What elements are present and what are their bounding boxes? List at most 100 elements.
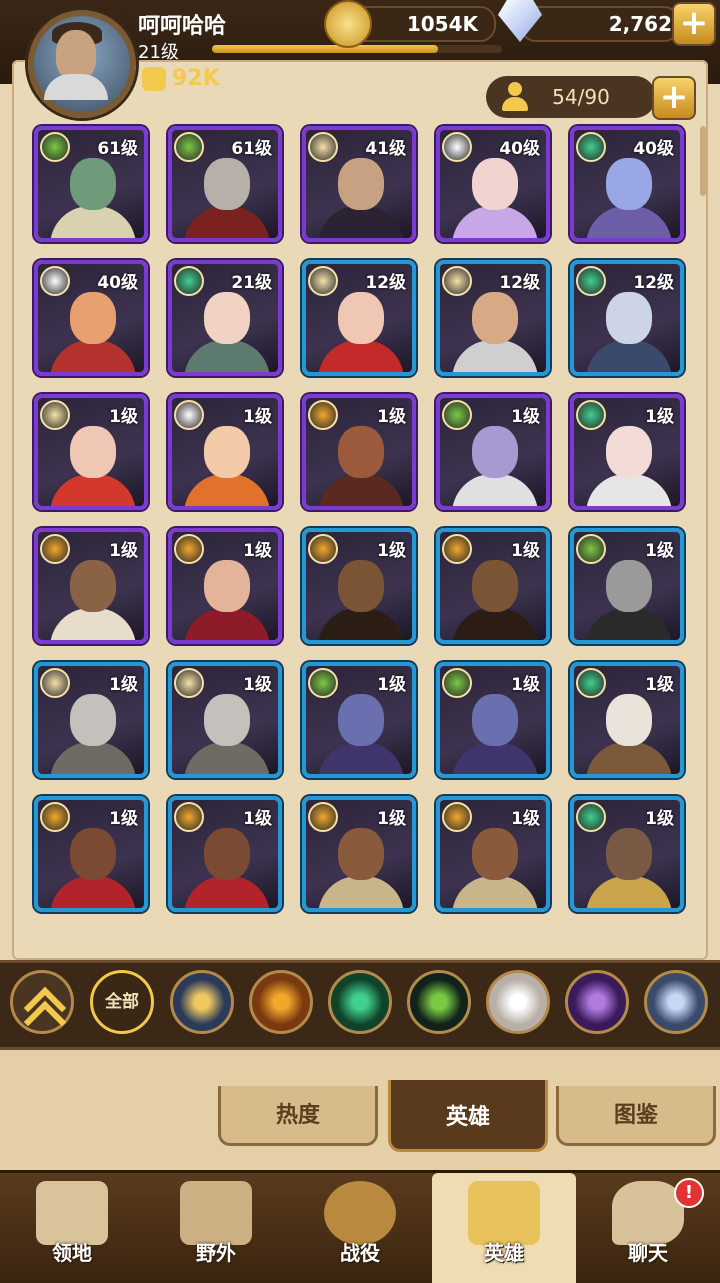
hero-card[interactable]: 61级 [34, 126, 148, 242]
hero-level: 61级 [97, 139, 138, 159]
expand-roster-button[interactable]: + [652, 76, 696, 120]
hero-card[interactable]: 1级 [302, 662, 416, 778]
hero-card[interactable]: 1级 [436, 662, 550, 778]
nav-chat-label: 聊天 [628, 1241, 668, 1265]
nav-campaign-label: 战役 [340, 1241, 380, 1265]
faction-icon [40, 802, 70, 832]
hero-card[interactable]: 1级 [168, 528, 282, 644]
hero-head [606, 828, 652, 880]
faction-icon [174, 266, 204, 296]
hero-head [204, 292, 250, 344]
hero-level: 21级 [231, 273, 272, 293]
hero-card[interactable]: 1级 [570, 796, 684, 912]
castle-icon [36, 1181, 108, 1245]
hero-card[interactable]: 1级 [570, 662, 684, 778]
hero-card[interactable]: 1级 [168, 796, 282, 912]
tab-heroes[interactable]: 英雄 [388, 1080, 548, 1152]
hero-head [204, 426, 250, 478]
faction-icon [442, 400, 472, 430]
helmet-icon [468, 1181, 540, 1245]
faction-icon [40, 132, 70, 162]
hero-card[interactable]: 12级 [302, 260, 416, 376]
hero-card[interactable]: 1级 [436, 796, 550, 912]
hero-head [472, 828, 518, 880]
hero-level: 1级 [511, 407, 540, 427]
hero-level: 1级 [511, 809, 540, 829]
hero-head [70, 828, 116, 880]
hero-card[interactable]: 1级 [34, 394, 148, 510]
hero-card[interactable]: 1级 [436, 394, 550, 510]
faction-icon [174, 802, 204, 832]
hero-head [70, 158, 116, 210]
filter-celestial-star-icon[interactable] [486, 970, 550, 1034]
hero-head [338, 426, 384, 478]
hero-head [338, 158, 384, 210]
hero-card[interactable]: 1级 [570, 528, 684, 644]
hero-head [606, 426, 652, 478]
hero-card[interactable]: 12级 [436, 260, 550, 376]
hero-head [472, 560, 518, 612]
faction-icon [40, 668, 70, 698]
hero-card[interactable]: 1级 [168, 394, 282, 510]
hero-card[interactable]: 1级 [436, 528, 550, 644]
filter-hypogean-crystal-icon[interactable] [565, 970, 629, 1034]
nav-darkforest[interactable]: 野外 [144, 1173, 288, 1283]
hero-head [606, 560, 652, 612]
nav-heroes-label: 英雄 [484, 1241, 524, 1265]
hero-head [338, 694, 384, 746]
scrollbar[interactable] [700, 126, 706, 196]
filter-wilder-leaf-icon[interactable] [328, 970, 392, 1034]
faction-icon [40, 266, 70, 296]
hero-card[interactable]: 1级 [302, 796, 416, 912]
nav-heroes[interactable]: 英雄 [432, 1173, 576, 1283]
faction-icon [576, 266, 606, 296]
hero-card[interactable]: 40级 [436, 126, 550, 242]
hero-card[interactable]: 1级 [34, 528, 148, 644]
tab-codex[interactable]: 图鉴 [556, 1086, 716, 1146]
hero-level: 61级 [231, 139, 272, 159]
hero-head [606, 292, 652, 344]
hero-card[interactable]: 1级 [570, 394, 684, 510]
hero-card[interactable]: 40级 [34, 260, 148, 376]
hero-head [338, 292, 384, 344]
tab-hot[interactable]: 热度 [218, 1086, 378, 1146]
hero-card[interactable]: 41级 [302, 126, 416, 242]
nav-campaign[interactable]: 战役 [288, 1173, 432, 1283]
filter-lightbearer-star-icon[interactable] [170, 970, 234, 1034]
nav-ranhaven-label: 领地 [52, 1241, 92, 1265]
hero-card[interactable]: 1级 [34, 796, 148, 912]
hero-card[interactable]: 1级 [168, 662, 282, 778]
player-level: 21级 [138, 42, 179, 63]
hero-level: 1级 [377, 407, 406, 427]
hero-head [606, 158, 652, 210]
hero-card[interactable]: 40级 [570, 126, 684, 242]
hero-card[interactable]: 61级 [168, 126, 282, 242]
scroll-map-icon [180, 1181, 252, 1245]
nav-ranhaven[interactable]: 领地 [0, 1173, 144, 1283]
collapse-filter-button[interactable] [10, 970, 74, 1044]
filter-dimensional-ring-icon[interactable] [644, 970, 708, 1034]
hero-level: 40级 [499, 139, 540, 159]
hero-level: 1级 [645, 541, 674, 561]
hero-level: 1级 [511, 541, 540, 561]
hero-card[interactable]: 12级 [570, 260, 684, 376]
hero-head [472, 426, 518, 478]
hero-level: 40级 [97, 273, 138, 293]
hero-card[interactable]: 1级 [34, 662, 148, 778]
filter-mauler-sun-icon[interactable] [249, 970, 313, 1034]
hero-card[interactable]: 1级 [302, 394, 416, 510]
filter-graveborn-eye-icon[interactable] [407, 970, 471, 1034]
hero-head [606, 694, 652, 746]
hero-head [204, 828, 250, 880]
player-avatar[interactable] [28, 10, 136, 118]
faction-icon [308, 132, 338, 162]
gem-value: 2,762 [608, 12, 672, 36]
add-gems-button[interactable]: + [672, 2, 716, 46]
hero-card[interactable]: 21级 [168, 260, 282, 376]
faction-icon [40, 400, 70, 430]
hero-card[interactable]: 1级 [302, 528, 416, 644]
hero-level: 1级 [645, 809, 674, 829]
gold-value: 1054K [406, 12, 478, 36]
filter-all-button[interactable]: 全部 [90, 970, 154, 1034]
faction-icon [576, 668, 606, 698]
